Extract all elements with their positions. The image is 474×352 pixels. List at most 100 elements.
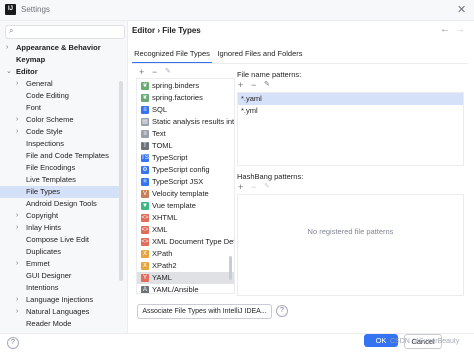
typescript-icon: TS: [141, 154, 149, 162]
chevron-right-icon[interactable]: ›: [16, 114, 18, 126]
sidebar-item-label: Android Design Tools: [26, 199, 97, 208]
file-type-item[interactable]: X XPath: [137, 248, 234, 260]
chevron-right-icon[interactable]: ›: [6, 42, 8, 54]
file-type-item[interactable]: Y YAML: [137, 272, 234, 284]
sidebar-item[interactable]: › Color Scheme: [0, 114, 123, 126]
sidebar-item[interactable]: GUI Designer: [0, 270, 123, 282]
sidebar-item[interactable]: › General: [0, 78, 123, 90]
chevron-right-icon[interactable]: ›: [16, 258, 18, 270]
file-type-item[interactable]: <> XML: [137, 224, 234, 236]
file-type-label: Vue template: [152, 201, 196, 210]
remove-icon[interactable]: −: [152, 67, 157, 77]
chevron-right-icon[interactable]: ›: [16, 222, 18, 234]
sidebar-item-label: Keymap: [16, 55, 46, 64]
file-type-item[interactable]: ▤ Static analysis results inter: [137, 116, 234, 128]
sidebar-item[interactable]: › Appearance & Behavior: [0, 42, 123, 54]
file-type-item[interactable]: ≡ Text: [137, 128, 234, 140]
sidebar-item-label: Emmet: [26, 259, 50, 268]
file-type-item[interactable]: ❦ spring.binders: [137, 80, 234, 92]
edit-icon[interactable]: ✎: [165, 67, 171, 77]
database-icon: ≡: [141, 106, 149, 114]
file-type-item[interactable]: ⚙ TypeScript config: [137, 164, 234, 176]
sidebar-item[interactable]: Reader Mode: [0, 318, 123, 330]
file-type-label: SQL: [152, 105, 168, 114]
leaf-icon: ❦: [141, 94, 149, 102]
remove-hashbang-icon[interactable]: −: [251, 182, 256, 192]
tab-ignored-files-and-folders[interactable]: Ignored Files and Folders: [215, 46, 305, 62]
sidebar-item[interactable]: › Copyright: [0, 210, 123, 222]
chevron-right-icon[interactable]: ›: [16, 210, 18, 222]
file-type-item[interactable]: A YAML/Ansible: [137, 284, 234, 293]
file-type-label: spring.binders: [152, 81, 200, 90]
file-type-item[interactable]: <> XHTML: [137, 212, 234, 224]
file-types-toolbar: + − ✎: [137, 67, 233, 77]
file-type-item[interactable]: X XPath2: [137, 260, 234, 272]
add-hashbang-icon[interactable]: +: [238, 182, 243, 192]
sidebar-item-label: Live Templates: [26, 175, 76, 184]
file-type-item[interactable]: TS TypeScript: [137, 152, 234, 164]
tab-recognized-file-types[interactable]: Recognized File Types: [132, 46, 212, 64]
edit-hashbang-icon[interactable]: ✎: [264, 182, 270, 192]
file-type-label: Text: [152, 129, 166, 138]
file-type-item[interactable]: T TOML: [137, 140, 234, 152]
remove-pattern-icon[interactable]: −: [251, 80, 256, 90]
sidebar-item[interactable]: ⌄ Editor: [0, 66, 123, 78]
sidebar-item-label: Color Scheme: [26, 115, 74, 124]
sidebar-item-label: Copyright: [26, 211, 59, 220]
sidebar-item-label: Appearance & Behavior: [16, 43, 101, 52]
sidebar-item-label: Editor: [16, 67, 38, 76]
xpath-icon: X: [141, 250, 149, 258]
sidebar-item[interactable]: Font: [0, 102, 123, 114]
file-type-label: TypeScript config: [152, 165, 210, 174]
sidebar-item[interactable]: Live Templates: [0, 174, 123, 186]
file-type-item[interactable]: ⚛ TypeScript JSX: [137, 176, 234, 188]
forward-arrow-icon[interactable]: →: [455, 24, 465, 35]
file-type-label: XPath: [152, 249, 173, 258]
sidebar-item[interactable]: › Code Style: [0, 126, 123, 138]
sidebar-item[interactable]: Keymap: [0, 54, 123, 66]
associate-file-types-button[interactable]: Associate File Types with IntelliJ IDEA.…: [137, 304, 272, 319]
file-type-label: XPath2: [152, 261, 177, 270]
pattern-item[interactable]: *.yaml: [238, 93, 463, 105]
sidebar-item[interactable]: Compose Live Edit: [0, 234, 123, 246]
file-type-item[interactable]: ▼ Vue template: [137, 200, 234, 212]
file-type-item[interactable]: ❦ spring.factories: [137, 92, 234, 104]
chevron-down-icon[interactable]: ⌄: [6, 66, 12, 78]
help-icon[interactable]: ?: [276, 305, 288, 317]
file-type-item[interactable]: V Velocity template: [137, 188, 234, 200]
sidebar-item[interactable]: Inspections: [0, 138, 123, 150]
sidebar-item[interactable]: Intentions: [0, 282, 123, 294]
close-icon[interactable]: ✕: [457, 3, 466, 16]
sidebar-item[interactable]: › Inlay Hints: [0, 222, 123, 234]
edit-pattern-icon[interactable]: ✎: [264, 80, 270, 90]
add-icon[interactable]: +: [139, 67, 144, 77]
chevron-right-icon[interactable]: ›: [16, 294, 18, 306]
file-types-scrollbar[interactable]: [229, 256, 232, 280]
search-icon: ⌕: [9, 26, 14, 35]
pattern-text: *.yml: [241, 106, 258, 115]
sidebar-item[interactable]: Android Design Tools: [0, 198, 123, 210]
sidebar-item[interactable]: › Language Injections: [0, 294, 123, 306]
sidebar-item[interactable]: Duplicates: [0, 246, 123, 258]
sidebar-item-label: File and Code Templates: [26, 151, 109, 160]
sidebar-item[interactable]: File Types: [0, 186, 123, 198]
sidebar-item-label: General: [26, 79, 53, 88]
chevron-right-icon[interactable]: ›: [16, 126, 18, 138]
back-arrow-icon[interactable]: ←: [440, 24, 450, 35]
sidebar-item[interactable]: File and Code Templates: [0, 150, 123, 162]
pattern-item[interactable]: *.yml: [238, 105, 463, 117]
footer-help-icon[interactable]: ?: [7, 337, 19, 349]
sidebar-item[interactable]: › Natural Languages: [0, 306, 123, 318]
settings-search-input[interactable]: ⌕: [5, 25, 125, 39]
file-type-item[interactable]: ≡ SQL: [137, 104, 234, 116]
sidebar-scrollbar[interactable]: [119, 81, 123, 281]
chevron-right-icon[interactable]: ›: [16, 78, 18, 90]
sidebar-item[interactable]: Code Editing: [0, 90, 123, 102]
sidebar-item-label: Compose Live Edit: [26, 235, 89, 244]
file-type-label: TypeScript: [152, 153, 188, 162]
sidebar-item[interactable]: › Emmet: [0, 258, 123, 270]
chevron-right-icon[interactable]: ›: [16, 306, 18, 318]
add-pattern-icon[interactable]: +: [238, 80, 243, 90]
file-type-item[interactable]: <>XML Document Type Definiti: [137, 236, 234, 248]
sidebar-item[interactable]: File Encodings: [0, 162, 123, 174]
